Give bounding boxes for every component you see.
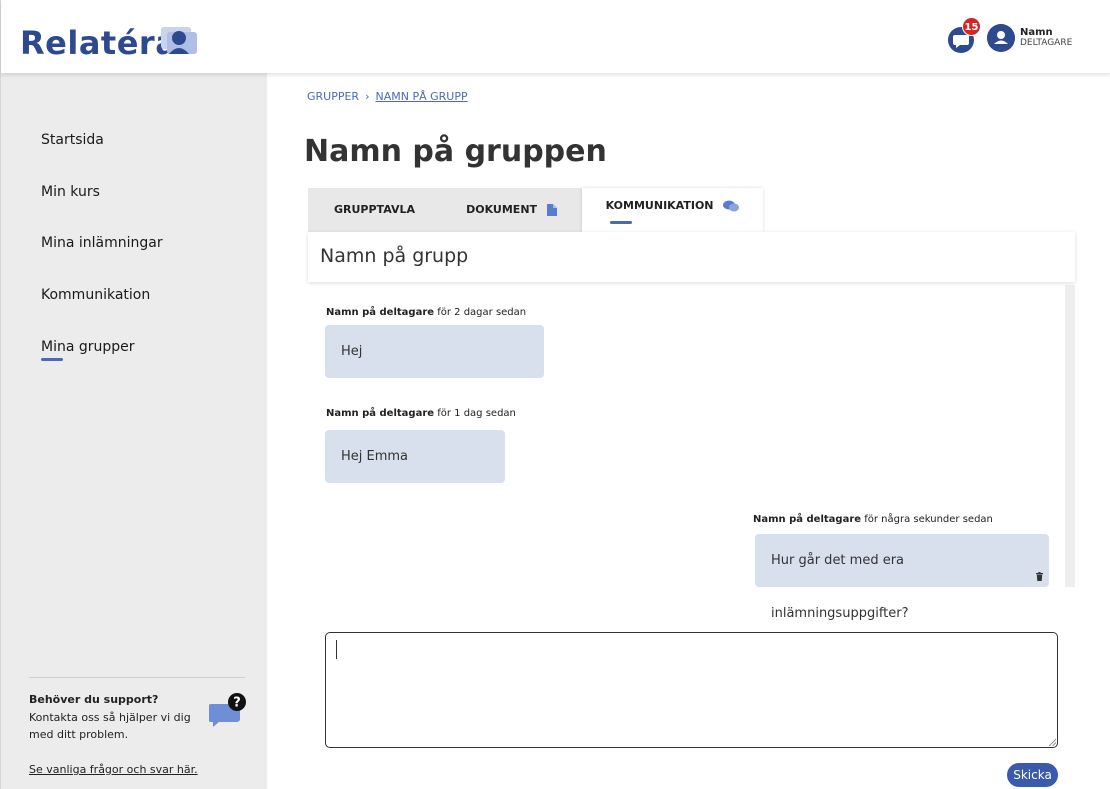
message-author: Namn på deltagare <box>326 307 435 318</box>
message-text: Hej Emma <box>341 449 409 464</box>
message-text: Hej <box>341 344 363 359</box>
text-cursor <box>336 640 337 659</box>
message-time: för 1 dag sedan <box>437 408 516 419</box>
user-avatar-icon[interactable] <box>987 24 1015 52</box>
support-text: Kontakta oss så hjälper vi dig med ditt … <box>29 711 191 741</box>
tab-grupptavla[interactable]: GRUPPTAVLA <box>308 188 441 232</box>
breadcrumb: GRUPPER › NAMN PÅ GRUPP <box>307 90 468 104</box>
tab-dokument[interactable]: DOKUMENT <box>441 188 582 232</box>
tab-label: GRUPPTAVLA <box>333 203 415 216</box>
support-help-icon[interactable]: ? <box>209 692 247 728</box>
tab-kommunikation[interactable]: KOMMUNIKATION <box>582 188 763 232</box>
resize-handle-icon[interactable] <box>1048 738 1056 746</box>
page-title: Namn på gruppen <box>304 134 607 169</box>
svg-text:?: ? <box>233 696 241 711</box>
message-meta: Namn på deltagare för några sekunder sed… <box>753 513 993 526</box>
send-button[interactable]: Skicka <box>1007 763 1058 787</box>
message-meta: Namn på deltagare för 1 dag sedan <box>326 407 516 420</box>
active-nav-indicator <box>41 358 63 361</box>
sidebar-item-kommunikation[interactable]: Kommunikation <box>41 286 150 304</box>
top-header: Relatéra 15 Namn DELTAGARE <box>1 0 1110 73</box>
sidebar-item-startsida[interactable]: Startsida <box>41 131 104 149</box>
app-root: Relatéra 15 Namn DELTAGARE Startsida Min… <box>0 0 1110 789</box>
delete-message-icon[interactable] <box>1036 572 1043 581</box>
tab-label: DOKUMENT <box>466 203 538 216</box>
chat-bubbles-icon <box>723 200 740 212</box>
user-role: DELTAGARE <box>1020 38 1073 48</box>
sidebar-item-mina-grupper[interactable]: Mina grupper <box>41 338 135 356</box>
document-icon <box>546 204 557 216</box>
breadcrumb-parent[interactable]: GRUPPER <box>307 90 359 103</box>
group-header-card: Namn på grupp <box>308 232 1075 282</box>
message-bubble: Hej Emma <box>325 430 505 483</box>
message-input[interactable] <box>325 632 1058 748</box>
message-list-scrollbar[interactable] <box>1065 285 1075 587</box>
active-tab-indicator <box>610 221 632 224</box>
group-name: Namn på grupp <box>320 245 469 267</box>
tab-label: KOMMUNIKATION <box>605 199 714 212</box>
faq-link[interactable]: Se vanliga frågor och svar här. <box>29 763 198 777</box>
message-text: Hur går det med era inlämningsuppgifter? <box>771 553 909 621</box>
support-title: Behöver du support? <box>29 693 159 706</box>
message-time: för några sekunder sedan <box>864 514 993 525</box>
sidebar: Startsida Min kurs Mina inlämningar Komm… <box>1 73 267 789</box>
sidebar-item-mina-inlamningar[interactable]: Mina inlämningar <box>41 234 163 252</box>
message-time: för 2 dagar sedan <box>437 307 527 318</box>
breadcrumb-separator: › <box>365 90 370 103</box>
logo-icon <box>161 27 197 54</box>
message-bubble-own: Hur går det med era inlämningsuppgifter? <box>755 534 1049 621</box>
notification-badge: 15 <box>962 17 981 36</box>
message-meta: Namn på deltagare för 2 dagar sedan <box>326 306 526 319</box>
breadcrumb-current[interactable]: NAMN PÅ GRUPP <box>375 90 467 103</box>
message-author: Namn på deltagare <box>326 408 435 419</box>
message-author: Namn på deltagare <box>753 514 862 525</box>
message-bubble: Hej <box>325 325 544 378</box>
sidebar-divider <box>29 677 245 678</box>
sidebar-item-min-kurs[interactable]: Min kurs <box>41 183 100 201</box>
logo-text[interactable]: Relatéra <box>20 23 177 63</box>
